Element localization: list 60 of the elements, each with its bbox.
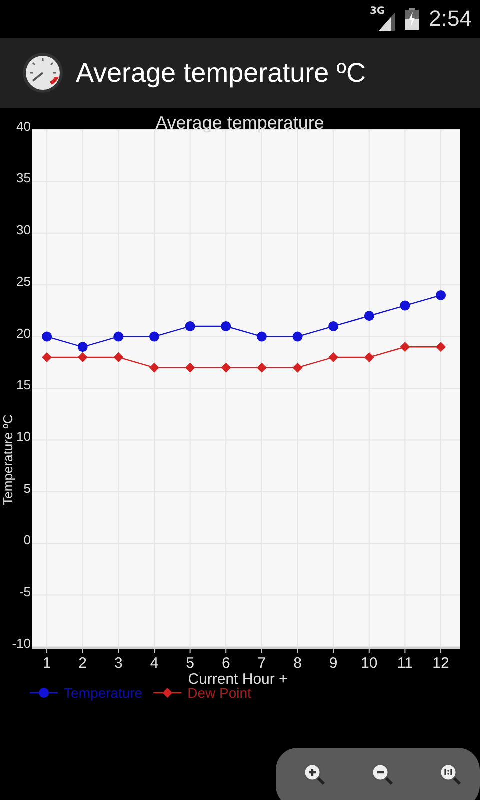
x-tick-label: 6 — [222, 655, 230, 672]
network-label: 3G — [370, 7, 386, 17]
x-tick-label: 4 — [150, 655, 159, 672]
data-point — [328, 352, 339, 362]
data-point — [221, 362, 232, 373]
x-tick-label: 1 — [42, 655, 52, 672]
x-axis-label: Current Hour + — [188, 671, 288, 688]
y-axis-label: Temperature ºC — [0, 414, 16, 506]
y-tick-label: 0 — [24, 532, 31, 548]
x-tick-label: 10 — [361, 655, 378, 672]
data-point — [256, 332, 267, 342]
magnifier-icon — [302, 762, 326, 786]
data-point — [436, 342, 446, 352]
magnifier-icon — [370, 762, 394, 786]
data-point — [400, 300, 410, 311]
x-tick-label: 5 — [186, 655, 194, 672]
y-tick-label: 5 — [24, 480, 31, 496]
x-tick-label: 3 — [114, 655, 123, 672]
x-tick-label: 11 — [397, 655, 413, 672]
data-point — [221, 321, 232, 332]
data-point — [364, 311, 374, 322]
y-tick-label: 20 — [16, 326, 31, 341]
data-point — [78, 352, 88, 362]
data-point — [150, 332, 160, 342]
data-point — [185, 362, 196, 373]
y-tick-label: -5 — [19, 584, 31, 600]
data-point — [400, 342, 410, 352]
clock-time: 2:54 — [429, 6, 472, 32]
data-point — [185, 321, 196, 332]
y-tick-label: 10 — [16, 429, 31, 444]
gauge-icon — [22, 52, 64, 94]
magnifier-icon — [438, 762, 462, 786]
data-point — [364, 352, 374, 362]
y-tick-label: 25 — [16, 274, 31, 290]
chart-title: Average temperature — [156, 113, 324, 133]
y-tick-label: 35 — [16, 170, 31, 186]
screen-title: Average temperature ºC — [76, 58, 366, 88]
data-point — [78, 342, 88, 352]
x-tick-label: 12 — [432, 655, 450, 672]
data-point — [150, 362, 160, 373]
y-tick-label: -10 — [12, 636, 31, 651]
data-point — [42, 332, 52, 342]
data-point — [328, 321, 339, 332]
y-tick-label: 40 — [16, 119, 31, 134]
battery-icon — [405, 8, 420, 30]
data-point — [114, 332, 124, 342]
legend-label: Temperature — [64, 685, 143, 701]
data-point — [292, 332, 303, 342]
data-point — [42, 352, 52, 362]
y-tick-label: 15 — [16, 378, 31, 392]
data-point — [256, 362, 267, 373]
legend-label: Dew Point — [188, 685, 252, 701]
data-point — [292, 362, 303, 373]
y-tick-label: 30 — [16, 222, 31, 238]
data-point — [436, 290, 446, 300]
x-tick-label: 8 — [294, 655, 302, 672]
data-point — [114, 352, 124, 362]
x-tick-label: 7 — [258, 655, 266, 672]
x-tick-label: 2 — [78, 655, 88, 672]
x-tick-label: 9 — [329, 655, 338, 672]
